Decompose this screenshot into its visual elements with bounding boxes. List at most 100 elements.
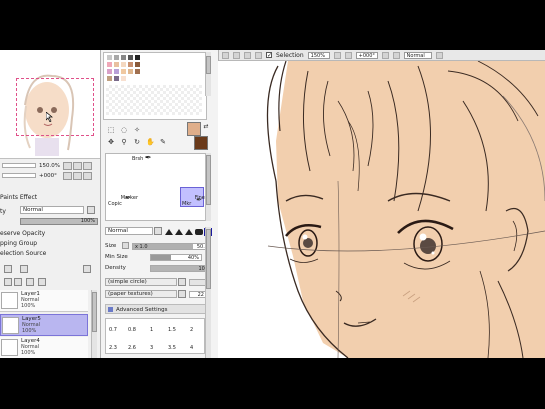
transfer-down-icon[interactable]: [4, 278, 12, 286]
preset-size[interactable]: 2.6: [128, 345, 136, 351]
preset-size[interactable]: 2: [190, 327, 193, 333]
swap-colors-icon[interactable]: ⇄: [202, 123, 210, 131]
size-mult-button[interactable]: [122, 242, 129, 249]
brush-slot[interactable]: Marker Copic: [108, 189, 138, 213]
stabilizer-icon[interactable]: [435, 51, 443, 59]
move-icon[interactable]: ✥: [107, 138, 115, 146]
layer-row[interactable]: Layer1 Normal 100%: [0, 290, 88, 312]
rotate-right-button[interactable]: [73, 171, 82, 180]
swatch[interactable]: [113, 75, 120, 82]
rotate-left-button[interactable]: [63, 171, 72, 180]
empty-swatch-grid[interactable]: [106, 85, 202, 115]
selection-checkbox[interactable]: ✓: [266, 52, 272, 59]
swatch[interactable]: [134, 54, 141, 61]
delete-layer-icon[interactable]: [38, 278, 46, 286]
texture-dropdown-icon[interactable]: [178, 290, 186, 298]
tool-icon[interactable]: [255, 51, 262, 59]
preserve-opacity-checkbox[interactable]: eserve Opacity: [0, 230, 45, 237]
brush-scrollbar-thumb[interactable]: [206, 155, 211, 205]
blend-mode-select[interactable]: Normal: [403, 51, 432, 59]
layer-menu-icon[interactable]: [83, 265, 91, 273]
advanced-settings-toggle[interactable]: Advanced Settings: [105, 304, 207, 314]
size-slider[interactable]: x 1.0 50.0: [132, 243, 211, 250]
tool-options-scrollbar-thumb[interactable]: [206, 229, 211, 289]
min-size-slider[interactable]: 40%: [150, 254, 202, 261]
zoom-slider[interactable]: [2, 163, 36, 168]
preset-size[interactable]: 3: [150, 345, 153, 351]
layer-row[interactable]: Layer4 Normal 100%: [0, 337, 88, 358]
swatch[interactable]: [120, 75, 127, 82]
new-layer-icon[interactable]: [4, 265, 12, 273]
blend-dropdown-icon[interactable]: [154, 227, 162, 235]
preset-size[interactable]: 4: [190, 345, 193, 351]
navigator-preview[interactable]: [0, 50, 100, 159]
brush-scrollbar[interactable]: [205, 153, 211, 221]
mode-dropdown-icon[interactable]: [87, 206, 95, 214]
layer-scrollbar[interactable]: [91, 290, 97, 358]
swatch[interactable]: [106, 61, 113, 68]
rotate-tool-icon[interactable]: ↻: [133, 138, 141, 146]
new-folder-icon[interactable]: [20, 265, 28, 273]
brush-shape-icon[interactable]: [185, 229, 193, 235]
rotation-field[interactable]: +000°: [355, 51, 378, 59]
angle-slider[interactable]: [2, 173, 36, 178]
swatch[interactable]: [120, 54, 127, 61]
zoom-reset-button[interactable]: [83, 161, 92, 170]
clear-layer-icon[interactable]: [26, 278, 34, 286]
swatch[interactable]: [127, 68, 134, 75]
clipping-group-checkbox[interactable]: pping Group: [0, 240, 37, 247]
preset-size[interactable]: 1.5: [168, 327, 176, 333]
zoom-plus-button[interactable]: [73, 161, 82, 170]
zoom-field[interactable]: 150%: [307, 51, 330, 59]
swatch[interactable]: [113, 68, 120, 75]
swatch-scrollbar[interactable]: [205, 52, 211, 96]
swatch-scrollbar-thumb[interactable]: [206, 56, 211, 74]
preset-size[interactable]: 0.8: [128, 327, 136, 333]
tool-icon[interactable]: [233, 51, 240, 59]
navigator-viewport-frame[interactable]: [16, 78, 94, 136]
tool-icon[interactable]: [222, 51, 229, 59]
preset-size[interactable]: 0.7: [109, 327, 117, 333]
density-slider[interactable]: 100: [150, 265, 211, 272]
brush-blend-select[interactable]: Normal: [105, 227, 153, 235]
layer-mode-select[interactable]: Normal: [20, 206, 84, 214]
brush-shape-icon[interactable]: [175, 229, 183, 235]
tool-icon[interactable]: [244, 51, 251, 59]
rotate-icon[interactable]: [381, 51, 389, 59]
swatch[interactable]: [120, 61, 127, 68]
brush-shape-select[interactable]: (simple circle): [105, 278, 177, 286]
swatch[interactable]: [106, 54, 113, 61]
background-color[interactable]: [194, 136, 208, 150]
layer-opacity-bar[interactable]: 100%: [20, 218, 98, 225]
shape-dropdown-icon[interactable]: [178, 278, 186, 286]
swatch[interactable]: [106, 75, 113, 82]
eyedropper-icon[interactable]: ✎: [159, 138, 167, 146]
layer-row-selected[interactable]: Layer5 Normal 100%: [0, 314, 88, 336]
rotate-reset-icon[interactable]: [392, 51, 400, 59]
swatch[interactable]: [106, 68, 113, 75]
brush-shape-icon[interactable]: [165, 229, 173, 235]
swatch[interactable]: [134, 68, 141, 75]
preset-size[interactable]: 1: [150, 327, 153, 333]
swatch[interactable]: [127, 61, 134, 68]
texture-select[interactable]: (paper textures): [105, 290, 177, 298]
zoom-minus-button[interactable]: [63, 161, 72, 170]
zoom-icon[interactable]: ⚲: [120, 138, 128, 146]
layer-scrollbar-thumb[interactable]: [92, 292, 97, 332]
zoom-out-icon[interactable]: [333, 51, 341, 59]
brush-slot[interactable]: Brsh ✒: [132, 154, 152, 163]
swatch[interactable]: [113, 54, 120, 61]
drawing-canvas[interactable]: [218, 61, 545, 358]
lasso-icon[interactable]: ◌: [120, 126, 128, 134]
zoom-in-icon[interactable]: [344, 51, 352, 59]
rect-select-icon[interactable]: ⬚: [107, 126, 115, 134]
swatch[interactable]: [120, 68, 127, 75]
tool-options-scrollbar[interactable]: [205, 227, 211, 358]
magic-wand-icon[interactable]: ✧: [133, 126, 141, 134]
hand-icon[interactable]: ✋: [146, 138, 155, 146]
selection-source-checkbox[interactable]: election Source: [0, 250, 46, 257]
foreground-color[interactable]: [187, 122, 201, 136]
preset-size[interactable]: 3.5: [168, 345, 176, 351]
rotate-reset-button[interactable]: [83, 171, 92, 180]
brush-shape-icon[interactable]: [195, 229, 203, 235]
